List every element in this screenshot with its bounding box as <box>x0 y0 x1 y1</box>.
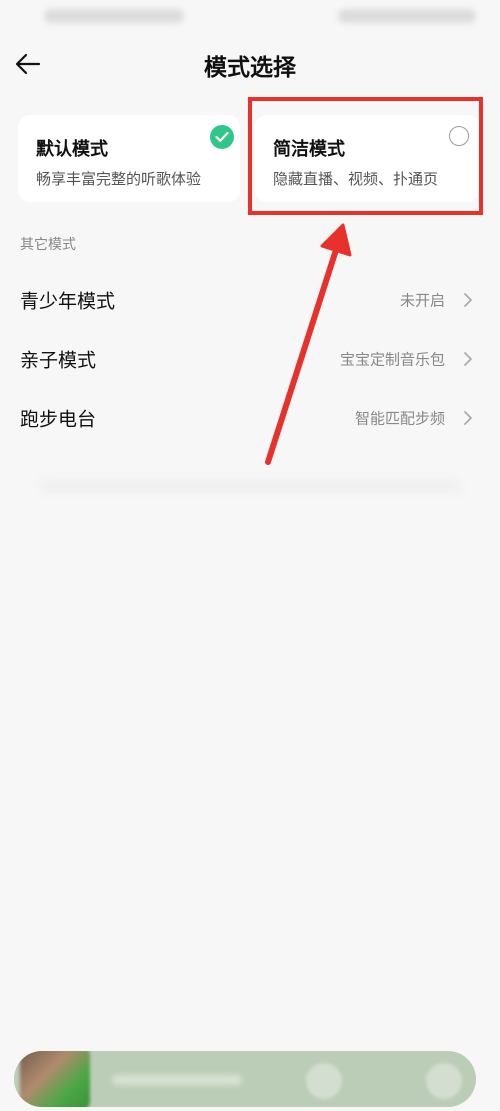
status-icons-blur <box>338 9 476 23</box>
radio-empty-icon[interactable] <box>449 126 469 146</box>
menu-item-value: 宝宝定制音乐包 <box>339 350 445 368</box>
carrier-signal-blur <box>44 9 184 23</box>
status-bar <box>0 0 500 34</box>
mode-card-title: 默认模式 <box>36 139 108 160</box>
section-label: 其它模式 <box>20 237 76 253</box>
song-title-blur <box>112 1075 242 1085</box>
default-mode-card[interactable]: 默认模式 畅享丰富完整的听歌体验 <box>18 115 240 202</box>
menu-item-label: 青少年模式 <box>20 290 116 312</box>
chevron-right-icon <box>464 410 472 425</box>
menu-item-value: 智能匹配步频 <box>354 409 445 427</box>
menu-item-value: 未开启 <box>399 291 445 309</box>
mode-card-title: 简洁模式 <box>273 139 345 160</box>
chevron-right-icon <box>464 292 472 307</box>
menu-item-parent-child-mode[interactable]: 亲子模式 宝宝定制音乐包 <box>0 329 500 388</box>
mini-player-bar[interactable] <box>14 1051 476 1107</box>
check-circle-icon <box>210 125 234 149</box>
album-cover[interactable] <box>20 1051 90 1107</box>
list-fade <box>40 480 460 492</box>
menu-item-running-radio[interactable]: 跑步电台 智能匹配步频 <box>0 388 500 447</box>
mode-card-description: 畅享丰富完整的听歌体验 <box>36 170 202 188</box>
simple-mode-card[interactable]: 简洁模式 隐藏直播、视频、扑通页 <box>255 115 480 202</box>
play-button[interactable] <box>306 1063 342 1099</box>
menu-item-teen-mode[interactable]: 青少年模式 未开启 <box>0 270 500 329</box>
menu-item-label: 跑步电台 <box>20 408 97 430</box>
header: 模式选择 <box>0 34 500 94</box>
playlist-button[interactable] <box>426 1063 462 1099</box>
page-title: 模式选择 <box>204 55 296 81</box>
mode-card-description: 隐藏直播、视频、扑通页 <box>273 170 439 188</box>
chevron-right-icon <box>464 351 472 366</box>
menu-item-label: 亲子模式 <box>20 349 97 371</box>
